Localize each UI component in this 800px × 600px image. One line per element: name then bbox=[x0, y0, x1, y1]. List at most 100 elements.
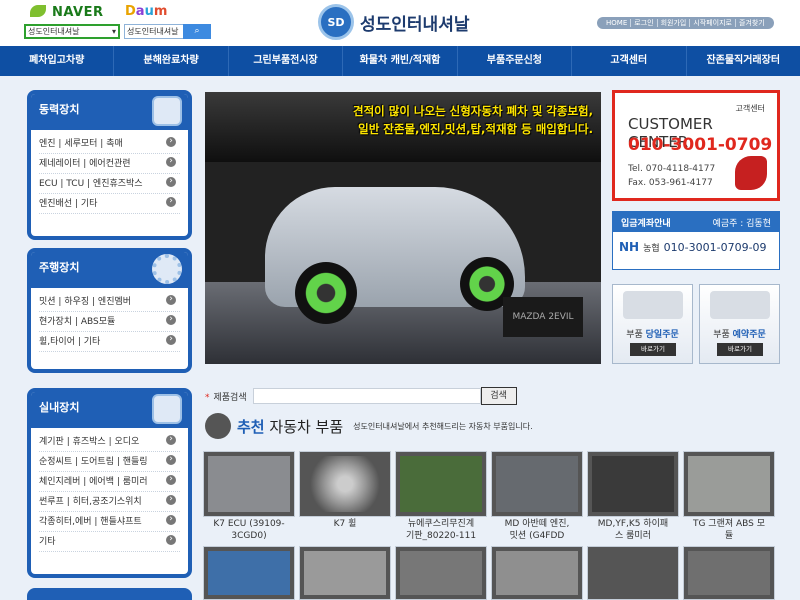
product-image[interactable] bbox=[683, 451, 775, 517]
bank-account-number: 010-3001-0709-09 bbox=[663, 240, 767, 254]
nav-item[interactable]: 잔존물직거래장터 bbox=[685, 46, 800, 76]
product-name[interactable]: K7 휠 bbox=[297, 518, 393, 530]
category-link[interactable]: 현가장치 | ABS모듈 bbox=[39, 312, 180, 332]
portal-select[interactable]: 성도인터내셔날 bbox=[24, 24, 120, 39]
util-login[interactable]: 로그인 bbox=[630, 19, 656, 27]
product-image[interactable] bbox=[683, 546, 775, 600]
quick-title-a: 부품 bbox=[713, 330, 730, 340]
product-image[interactable] bbox=[491, 451, 583, 517]
util-bookmark[interactable]: 즐겨찾기 bbox=[734, 19, 768, 27]
product-photo bbox=[592, 456, 674, 512]
gear-icon bbox=[152, 254, 182, 284]
naver-logo[interactable]: NAVER bbox=[30, 5, 104, 20]
category-link[interactable]: 썬루프 | 히터,공조기스위치 bbox=[39, 492, 180, 512]
product-name[interactable]: K7 ECU (39109- 3CGD0) bbox=[201, 518, 297, 542]
product-image[interactable] bbox=[203, 451, 295, 517]
category-link[interactable]: 엔진배선 | 기타 bbox=[39, 194, 180, 214]
monitor-icon bbox=[152, 96, 182, 126]
product-name-line: K7 ECU (39109- bbox=[213, 519, 285, 529]
nh-logo-icon: NH bbox=[619, 240, 640, 254]
main-banner[interactable]: MAZDA 2EVIL 견적이 많이 나오는 신형자동차 폐차 및 각종보험, … bbox=[205, 92, 601, 364]
nav-item[interactable]: 분해완료차량 bbox=[113, 46, 227, 76]
product-name-line: 스 룸미러 bbox=[615, 531, 651, 541]
category-link[interactable]: 계기판 | 휴즈박스 | 오디오 bbox=[39, 432, 180, 452]
product-image[interactable] bbox=[491, 546, 583, 600]
bank-body: NH 농협 010-3001-0709-09 bbox=[613, 232, 779, 262]
category-box-power: 동력장치 엔진 | 세루모터 | 촉매 제네레이터 | 에어컨관련 ECU | … bbox=[27, 90, 192, 240]
product-image[interactable] bbox=[203, 546, 295, 600]
util-startpage[interactable]: 시작페이지로 bbox=[689, 19, 735, 27]
category-link[interactable]: 순정씨트 | 도어트림 | 핸들링 bbox=[39, 452, 180, 472]
quick-title-b: 당일주문 bbox=[645, 330, 679, 340]
banner-plate: MAZDA 2EVIL bbox=[503, 297, 583, 337]
main-nav: 폐차입고차량 분해완료차량 그린부품전시장 화물차 캐빈/적재함 부품주문신청 … bbox=[0, 46, 800, 76]
category-link[interactable]: 제네레이터 | 에어컨관련 bbox=[39, 154, 180, 174]
product-photo bbox=[496, 551, 578, 595]
quick-go-button[interactable]: 바로가기 bbox=[630, 343, 676, 356]
recommend-title: 추천 자동차 부품 bbox=[237, 416, 343, 437]
product-photo bbox=[208, 551, 290, 595]
product-name[interactable]: 뉴에쿠스리무진계기판_80220-111 bbox=[393, 518, 489, 542]
category-link[interactable]: 휠,타이어 | 기타 bbox=[39, 332, 180, 352]
util-join[interactable]: 회원가입 bbox=[656, 19, 690, 27]
basket-icon bbox=[205, 413, 231, 439]
product-name[interactable]: TG 그랜져 ABS 모듈 bbox=[681, 518, 777, 542]
product-name-line: MD,YF,K5 하이패 bbox=[597, 519, 669, 529]
product-image[interactable] bbox=[299, 546, 391, 600]
bank-name: 농협 bbox=[643, 243, 660, 254]
interior-part-icon bbox=[152, 394, 182, 424]
nav-item[interactable]: 폐차입고차량 bbox=[0, 46, 113, 76]
product-search-button[interactable]: 검색 bbox=[480, 387, 517, 405]
banner-caption-line: 일반 잔존물,엔진,밋션,탑,적재함 등 매입합니다. bbox=[358, 122, 593, 136]
category-link[interactable]: ECU | TCU | 엔진휴즈박스 bbox=[39, 174, 180, 194]
search-icon[interactable]: ⌕ bbox=[183, 24, 211, 39]
customer-center-contacts: Tel. 070-4118-4177 Fax. 053-961-4177 bbox=[628, 162, 715, 190]
util-home[interactable]: HOME bbox=[603, 19, 630, 27]
product-image[interactable] bbox=[299, 451, 391, 517]
daum-logo[interactable]: Daum bbox=[125, 4, 167, 19]
product-name-line: 듈 bbox=[724, 531, 734, 541]
product-name-line: K7 휠 bbox=[333, 519, 357, 529]
banner-caption: 견적이 많이 나오는 신형자동차 폐차 및 각종보험, 일반 잔존물,엔진,밋션… bbox=[205, 102, 593, 138]
product-photo bbox=[688, 551, 770, 595]
daum-letter: m bbox=[153, 4, 168, 19]
product-name[interactable]: MD 아반떼 엔진, 밋션 (G4FDD bbox=[489, 518, 585, 542]
nav-item[interactable]: 고객센터 bbox=[571, 46, 685, 76]
header-search-input[interactable]: 성도인터내셔날 bbox=[124, 24, 184, 39]
product-image[interactable] bbox=[587, 451, 679, 517]
product-photo bbox=[304, 551, 386, 595]
product-name[interactable]: MD,YF,K5 하이패스 룸미러 bbox=[585, 518, 681, 542]
quick-title: 부품 예약주문 bbox=[700, 327, 779, 340]
category-link[interactable]: 각종히터,에버 | 핸들샤프트 bbox=[39, 512, 180, 532]
product-name-line: 뉴에쿠스리무진계 bbox=[407, 519, 475, 529]
product-name-line: 기판_80220-111 bbox=[405, 531, 477, 541]
nav-item[interactable]: 화물차 캐빈/적재함 bbox=[342, 46, 456, 76]
product-search-input[interactable] bbox=[252, 388, 481, 404]
bank-title: 입금계좌안내 bbox=[621, 219, 671, 229]
nav-item[interactable]: 그린부품전시장 bbox=[227, 46, 342, 76]
daum-letter: D bbox=[125, 4, 136, 19]
brand-logo-icon: SD bbox=[318, 4, 354, 40]
brand-name: 성도인터내셔날 bbox=[360, 14, 470, 35]
product-image[interactable] bbox=[395, 546, 487, 600]
category-link[interactable]: 기타 bbox=[39, 532, 180, 552]
category-link[interactable]: 밋션 | 하우징 | 엔진멤버 bbox=[39, 292, 180, 312]
category-link[interactable]: 엔진 | 세루모터 | 촉매 bbox=[39, 134, 180, 154]
order-form-icon bbox=[623, 291, 683, 319]
product-photo bbox=[688, 456, 770, 512]
daum-letter: a bbox=[135, 4, 145, 19]
product-image[interactable] bbox=[587, 546, 679, 600]
category-link[interactable]: 체인지레버 | 에어백 | 룸미러 bbox=[39, 472, 180, 492]
category-box-interior: 실내장치 계기판 | 휴즈박스 | 오디오 순정씨트 | 도어트림 | 핸들링 … bbox=[27, 388, 192, 578]
quick-order-today[interactable]: 부품 당일주문 바로가기 bbox=[612, 284, 693, 364]
product-name-line: 3CGD0) bbox=[231, 531, 267, 541]
quick-order-reserve[interactable]: 부품 예약주문 바로가기 bbox=[699, 284, 780, 364]
customer-center-card[interactable]: 고객센터 CUSTOMER CENTER 010-3001-0709 Tel. … bbox=[612, 90, 780, 201]
nav-item[interactable]: 부품주문신청 bbox=[456, 46, 571, 76]
quick-go-button[interactable]: 바로가기 bbox=[717, 343, 763, 356]
daum-letter: u bbox=[144, 4, 154, 19]
site-brand[interactable]: SD 성도인터내셔날 bbox=[318, 3, 469, 41]
product-image[interactable] bbox=[395, 451, 487, 517]
leaf-icon bbox=[30, 5, 46, 17]
tel-number: Tel. 070-4118-4177 bbox=[628, 164, 716, 174]
